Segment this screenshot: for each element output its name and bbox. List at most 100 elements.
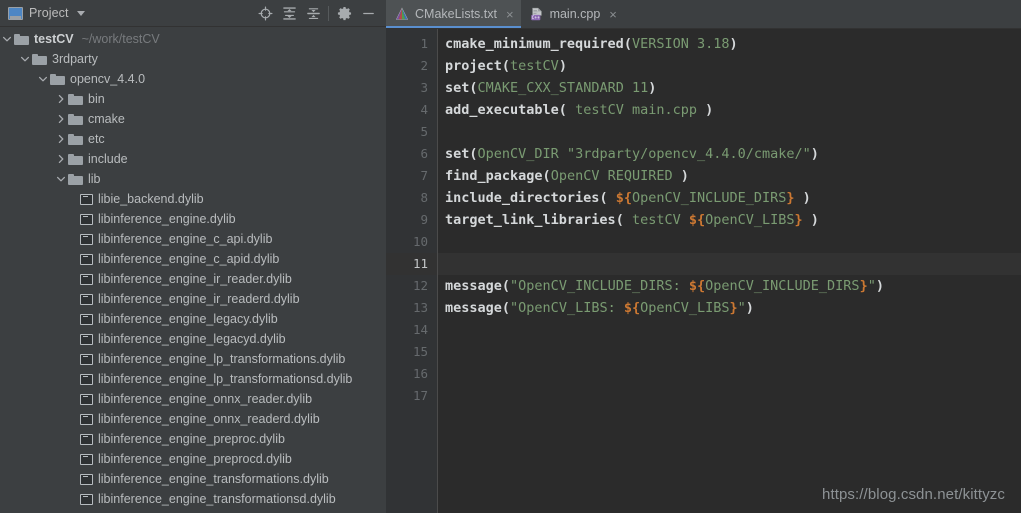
editor-tab-cmakelists-txt[interactable]: CMakeLists.txt ×	[386, 0, 521, 28]
project-panel-title-group[interactable]: Project	[8, 6, 85, 20]
code-token-var: ${	[615, 190, 632, 206]
code-token-arg: OpenCV_LIBS	[640, 300, 730, 316]
line-number[interactable]: 11	[386, 253, 437, 275]
tree-row[interactable]: libinference_engine_c_apid.dylib	[0, 249, 386, 269]
code-line[interactable]	[438, 341, 1021, 363]
line-number[interactable]: 16	[386, 363, 437, 385]
tree-row[interactable]: libinference_engine_transformationsd.dyl…	[0, 489, 386, 509]
close-icon[interactable]: ×	[506, 8, 514, 21]
line-number[interactable]: 14	[386, 319, 437, 341]
code-line[interactable]: include_directories( ${OpenCV_INCLUDE_DI…	[438, 187, 1021, 209]
code-line[interactable]	[438, 319, 1021, 341]
chevron-down-icon[interactable]	[36, 69, 50, 89]
tree-row[interactable]: libinference_engine_legacy.dylib	[0, 309, 386, 329]
code-editor[interactable]: 1 2 3 4 5 6 7 8 9 10 11 12 13 14 15 16 17 cmake_minimum_…	[386, 29, 1021, 513]
tree-row[interactable]: libinference_engine_legacyd.dylib	[0, 329, 386, 349]
tree-item-label: libinference_engine_c_api.dylib	[98, 232, 273, 247]
code-token-str: "OpenCV_LIBS:	[510, 300, 624, 316]
line-number[interactable]: 1	[386, 33, 437, 55]
line-number[interactable]: 17	[386, 385, 437, 407]
minimize-icon[interactable]	[356, 1, 380, 25]
tree-row[interactable]: libinference_engine_c_api.dylib	[0, 229, 386, 249]
code-text-area[interactable]: cmake_minimum_required(VERSION 3.18) proj…	[438, 29, 1021, 513]
code-line[interactable]	[438, 385, 1021, 407]
line-number[interactable]: 15	[386, 341, 437, 363]
editor-tab-main-cpp[interactable]: C++ main.cpp ×	[521, 0, 624, 28]
line-number[interactable]: 10	[386, 231, 437, 253]
project-panel-header: Project	[0, 0, 386, 28]
collapse-all-icon[interactable]	[277, 1, 301, 25]
tree-row[interactable]: libinference_engine_onnx_readerd.dylib	[0, 409, 386, 429]
code-line[interactable]	[438, 363, 1021, 385]
line-number[interactable]: 9	[386, 209, 437, 231]
tree-row[interactable]: libinference_engine_lp_transformations.d…	[0, 349, 386, 369]
line-number[interactable]: 7	[386, 165, 437, 187]
tree-row[interactable]: libinference_engine_ir_readerd.dylib	[0, 289, 386, 309]
code-line[interactable]	[438, 231, 1021, 253]
code-line[interactable]: project(testCV)	[438, 55, 1021, 77]
line-number[interactable]: 5	[386, 121, 437, 143]
watermark-text: https://blog.csdn.net/kittyzc	[822, 486, 1005, 503]
code-token-cmd: include_directories	[445, 190, 600, 206]
code-line[interactable]: message("OpenCV_LIBS: ${OpenCV_LIBS}")	[438, 297, 1021, 319]
tree-row[interactable]: opencv_4.4.0	[0, 69, 386, 89]
line-number[interactable]: 13	[386, 297, 437, 319]
chevron-down-icon[interactable]	[18, 49, 32, 69]
code-line[interactable]: find_package(OpenCV REQUIRED )	[438, 165, 1021, 187]
code-line[interactable]: message("OpenCV_INCLUDE_DIRS: ${OpenCV_I…	[438, 275, 1021, 297]
code-line[interactable]	[438, 121, 1021, 143]
code-line[interactable]: set(OpenCV_DIR "3rdparty/opencv_4.4.0/cm…	[438, 143, 1021, 165]
tree-row[interactable]: libinference_engine.dylib	[0, 209, 386, 229]
tree-row[interactable]	[0, 509, 386, 513]
line-number[interactable]: 8	[386, 187, 437, 209]
code-line[interactable]	[438, 253, 1021, 275]
tree-row[interactable]: libinference_engine_preprocd.dylib	[0, 449, 386, 469]
tree-row[interactable]: cmake	[0, 109, 386, 129]
code-token-var: ${	[688, 278, 706, 294]
tree-row[interactable]: include	[0, 149, 386, 169]
chevron-right-icon[interactable]	[54, 89, 68, 109]
tree-row[interactable]: libie_backend.dylib	[0, 189, 386, 209]
line-number[interactable]: 3	[386, 77, 437, 99]
chevron-right-icon[interactable]	[54, 109, 68, 129]
tree-row[interactable]: 3rdparty	[0, 49, 386, 69]
close-icon[interactable]: ×	[609, 8, 617, 21]
code-token-arg: OpenCV_LIBS	[705, 212, 795, 228]
folder-icon	[50, 73, 65, 86]
expand-all-icon[interactable]	[301, 1, 325, 25]
line-number[interactable]: 12	[386, 275, 437, 297]
tree-item-label: libinference_engine_ir_reader.dylib	[98, 272, 292, 287]
code-token-punc: (	[599, 190, 616, 206]
gear-icon[interactable]	[332, 1, 356, 25]
code-line[interactable]: set(CMAKE_CXX_STANDARD 11)	[438, 77, 1021, 99]
tree-row[interactable]: bin	[0, 89, 386, 109]
chevron-down-icon[interactable]	[76, 10, 85, 16]
chevron-right-icon[interactable]	[54, 149, 68, 169]
tree-row[interactable]: libinference_engine_lp_transformationsd.…	[0, 369, 386, 389]
chevron-right-icon[interactable]	[54, 129, 68, 149]
tree-row[interactable]: etc	[0, 129, 386, 149]
chevron-down-icon[interactable]	[0, 29, 14, 49]
project-file-tree[interactable]: testCV ~/work/testCV 3rdparty opencv_4.4.0 b…	[0, 27, 386, 513]
binary-file-icon	[80, 333, 93, 345]
locate-icon[interactable]	[253, 1, 277, 25]
tree-row[interactable]: libinference_engine_transformations.dyli…	[0, 469, 386, 489]
tree-row[interactable]: libinference_engine_onnx_reader.dylib	[0, 389, 386, 409]
tree-row[interactable]: libinference_engine_ir_reader.dylib	[0, 269, 386, 289]
tree-row[interactable]: libinference_engine_preproc.dylib	[0, 429, 386, 449]
tree-row[interactable]: testCV ~/work/testCV	[0, 29, 386, 49]
line-number[interactable]: 2	[386, 55, 437, 77]
tree-item-label: libinference_engine_onnx_readerd.dylib	[98, 412, 320, 427]
code-line[interactable]: add_executable( testCV main.cpp )	[438, 99, 1021, 121]
line-number[interactable]: 4	[386, 99, 437, 121]
binary-file-icon	[80, 493, 93, 505]
line-number[interactable]: 6	[386, 143, 437, 165]
code-token-punc: )	[648, 80, 657, 96]
code-line[interactable]: target_link_libraries( testCV ${OpenCV_L…	[438, 209, 1021, 231]
code-token-punc: (	[542, 168, 551, 184]
chevron-down-icon[interactable]	[54, 169, 68, 189]
code-token-punc: (	[501, 300, 511, 316]
binary-file-icon	[80, 353, 93, 365]
code-line[interactable]: cmake_minimum_required(VERSION 3.18)	[438, 33, 1021, 55]
tree-row[interactable]: lib	[0, 169, 386, 189]
